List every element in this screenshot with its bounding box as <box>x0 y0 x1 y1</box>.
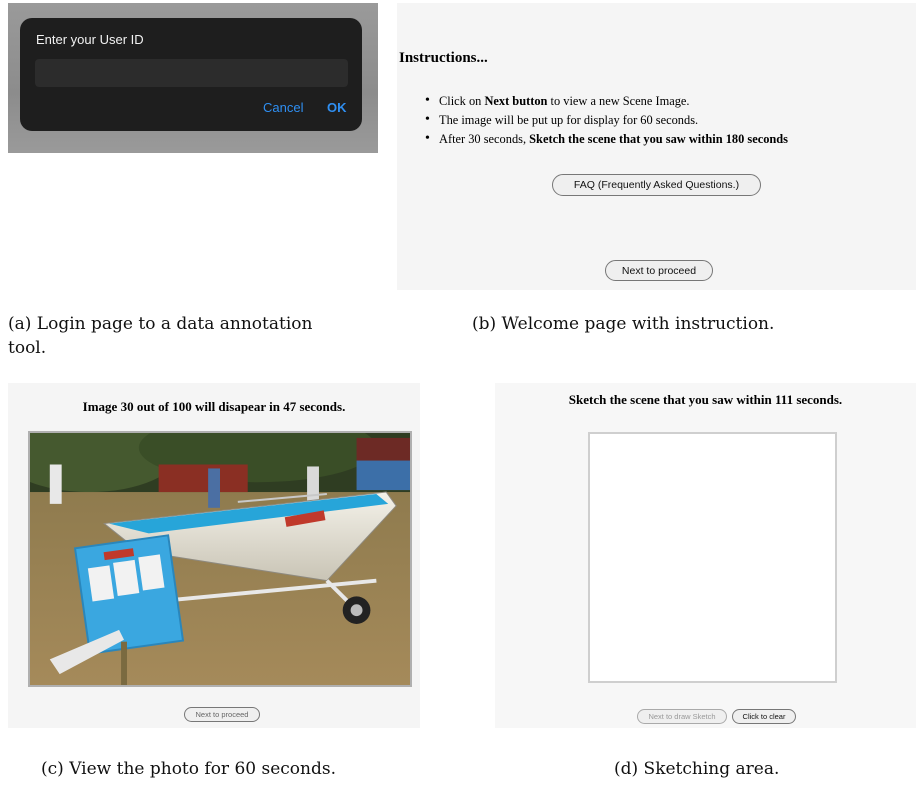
instructions-heading: Instructions... <box>399 50 488 66</box>
scene-photo <box>28 431 412 687</box>
caption-b: (b) Welcome page with instruction. <box>472 314 775 334</box>
sketch-canvas[interactable] <box>588 432 837 683</box>
dialog-prompt: Enter your User ID <box>36 32 144 47</box>
caption-d: (d) Sketching area. <box>614 759 780 779</box>
login-screenshot: Enter your User ID Cancel OK <box>8 3 378 153</box>
instruction-list: Click on Next button to view a new Scene… <box>425 93 788 151</box>
user-id-dialog: Enter your User ID Cancel OK <box>20 18 362 131</box>
list-item: The image will be put up for display for… <box>425 112 788 132</box>
countdown-title: Image 30 out of 100 will disapear in 47 … <box>82 399 346 414</box>
next-to-draw-sketch-button[interactable]: Next to draw Sketch <box>637 709 727 724</box>
list-item: Click on Next button to view a new Scene… <box>425 93 788 113</box>
faq-button[interactable]: FAQ (Frequently Asked Questions.) <box>552 174 761 196</box>
caption-c: (c) View the photo for 60 seconds. <box>41 759 336 779</box>
sketch-screenshot: Sketch the scene that you saw within 111… <box>495 383 916 728</box>
clear-canvas-button[interactable]: Click to clear <box>732 709 796 724</box>
caption-a: (a) Login page to a data annotation tool… <box>8 314 313 358</box>
ok-button[interactable]: OK <box>327 100 347 115</box>
welcome-screenshot: Instructions... Click on Next button to … <box>397 3 916 290</box>
sketch-countdown-title: Sketch the scene that you saw within 111… <box>568 392 843 407</box>
photo-view-screenshot: Image 30 out of 100 will disapear in 47 … <box>8 383 420 728</box>
list-item: After 30 seconds, Sketch the scene that … <box>425 131 788 151</box>
user-id-input[interactable] <box>35 59 348 87</box>
next-to-proceed-button[interactable]: Next to proceed <box>605 260 713 281</box>
next-to-proceed-button[interactable]: Next to proceed <box>184 707 260 722</box>
cancel-button[interactable]: Cancel <box>263 100 303 115</box>
